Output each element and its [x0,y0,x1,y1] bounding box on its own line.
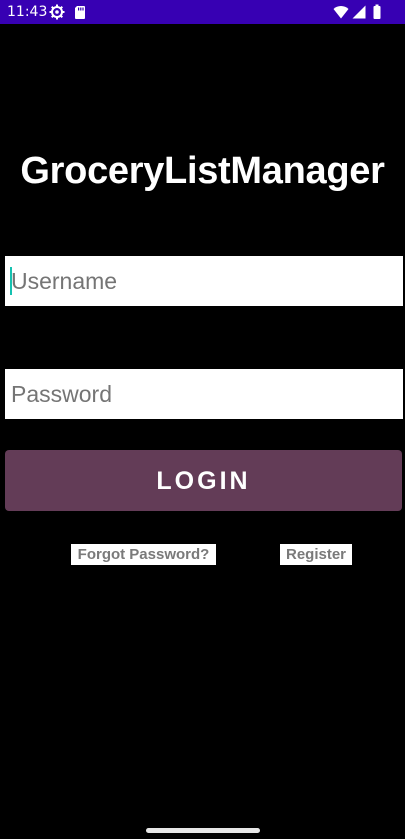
username-input[interactable] [11,256,397,306]
password-input[interactable] [11,369,397,419]
forgot-password-button[interactable]: Forgot Password? [71,544,216,565]
register-button[interactable]: Register [280,544,352,565]
wifi-icon [333,4,349,20]
login-button[interactable]: LOGIN [5,450,402,511]
battery-icon [369,4,385,20]
settings-gear-icon [49,4,65,20]
text-cursor [10,267,12,295]
status-time: 11:43 [7,4,48,20]
username-field-container [5,256,403,306]
password-field-container [5,369,403,419]
cellular-signal-icon [351,4,367,20]
app-title: GroceryListManager [20,150,385,192]
sd-card-icon [72,4,88,20]
home-gesture-handle[interactable] [146,828,260,833]
status-bar: 11:43 [0,0,405,24]
